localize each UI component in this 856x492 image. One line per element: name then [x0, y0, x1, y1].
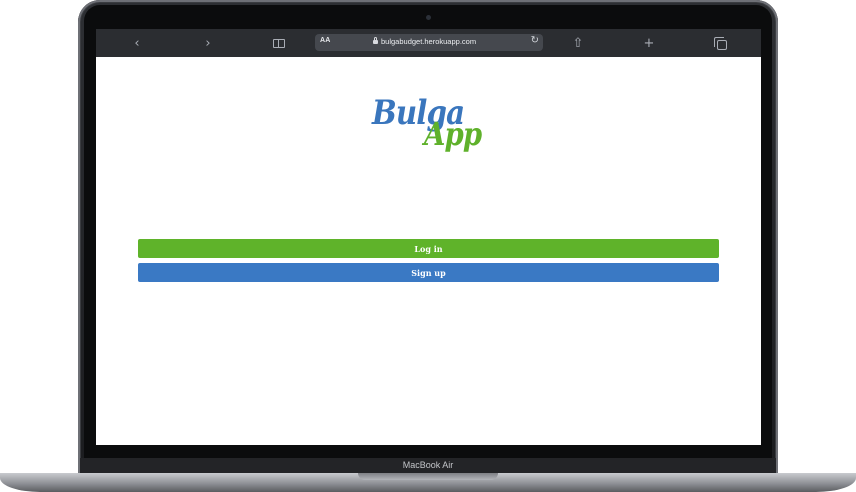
signup-button[interactable]: Sign up [138, 263, 719, 282]
laptop-mockup: ‹ › AA bulgabudget.herokuapp.com ↻ ⇧ + B… [0, 0, 856, 492]
web-page: Bulga App Log in Sign up [96, 57, 761, 445]
reload-icon[interactable]: ↻ [531, 35, 539, 46]
browser-toolbar: ‹ › AA bulgabudget.herokuapp.com ↻ ⇧ + [96, 29, 761, 57]
camera [426, 15, 431, 20]
logo-text-app: App [424, 115, 482, 153]
url-text: bulgabudget.herokuapp.com [381, 37, 477, 46]
tabs-button[interactable] [712, 35, 728, 51]
book-icon [273, 38, 285, 48]
chevron-right-icon[interactable]: › [200, 35, 216, 51]
lock-icon [373, 37, 378, 44]
url-display: bulgabudget.herokuapp.com [373, 37, 476, 46]
login-button[interactable]: Log in [138, 239, 719, 258]
chevron-left-icon[interactable]: ‹ [129, 35, 145, 51]
plus-icon[interactable]: + [641, 35, 657, 51]
tabs-icon [714, 37, 727, 50]
laptop-notch [358, 473, 498, 480]
browser-window: ‹ › AA bulgabudget.herokuapp.com ↻ ⇧ + B… [96, 29, 761, 445]
share-icon[interactable]: ⇧ [570, 35, 586, 51]
address-bar[interactable]: AA bulgabudget.herokuapp.com ↻ [315, 34, 543, 51]
bookmarks-button[interactable] [271, 35, 287, 51]
device-model-label: MacBook Air [402, 460, 454, 470]
reader-button[interactable]: AA [320, 37, 331, 44]
app-logo: Bulga App [372, 93, 492, 163]
